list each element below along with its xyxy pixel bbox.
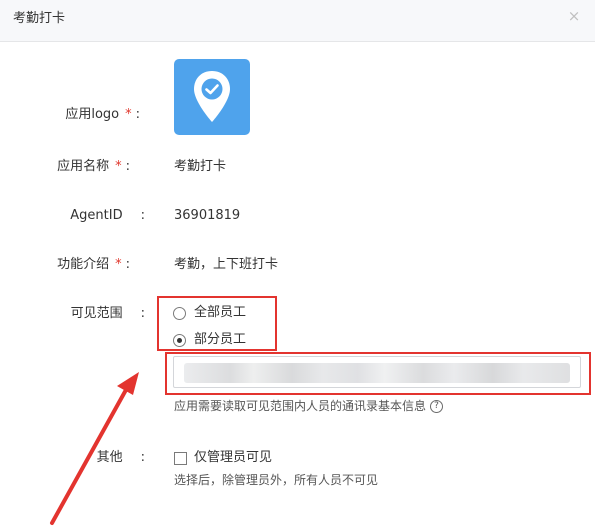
- colon: :: [125, 257, 130, 272]
- other-label: 其他:: [5, 449, 145, 467]
- scope-label-text: 可见范围: [70, 306, 123, 321]
- annotation-box-radios: [157, 296, 277, 351]
- colon: :: [140, 450, 145, 465]
- intro-value: 考勤，上下班打卡: [174, 257, 279, 272]
- scope-hint-text: 应用需要读取可见范围内人员的通讯录基本信息: [174, 399, 427, 413]
- admin-only-hint: 选择后，除管理员外，所有人员不可见: [174, 473, 379, 487]
- agentid-label: AgentID:: [5, 207, 145, 225]
- intro-label-text: 功能介绍: [57, 257, 110, 272]
- dialog-header: 考勤打卡 ×: [0, 0, 595, 42]
- scope-hint: 应用需要读取可见范围内人员的通讯录基本信息 ?: [174, 398, 444, 414]
- name-label: 应用名称 *:: [0, 158, 130, 176]
- required-mark: *: [115, 257, 122, 272]
- intro-label: 功能介绍 *:: [0, 256, 130, 274]
- app-name-value: 考勤打卡: [174, 159, 227, 174]
- scope-label: 可见范围:: [5, 305, 145, 323]
- dialog-title: 考勤打卡: [13, 11, 66, 26]
- admin-only-label: 仅管理员可见: [194, 450, 273, 465]
- required-mark: *: [125, 107, 132, 122]
- question-circle-icon[interactable]: ?: [430, 399, 444, 413]
- app-logo[interactable]: [174, 59, 250, 135]
- location-pin-check-icon: [194, 71, 230, 122]
- logo-label-text: 应用logo: [65, 107, 120, 122]
- name-label-text: 应用名称: [57, 159, 110, 174]
- colon: :: [140, 306, 145, 321]
- colon: :: [140, 208, 145, 223]
- required-mark: *: [115, 159, 122, 174]
- admin-only-option[interactable]: 仅管理员可见: [174, 449, 272, 467]
- logo-label: 应用logo *:: [0, 106, 140, 124]
- other-label-text: 其他: [96, 450, 123, 465]
- colon: :: [125, 159, 130, 174]
- colon: :: [135, 107, 140, 122]
- close-icon[interactable]: ×: [565, 6, 583, 26]
- checkbox[interactable]: [174, 451, 187, 465]
- annotation-box-members: [165, 352, 591, 395]
- agentid-value: 36901819: [174, 208, 241, 223]
- agentid-label-text: AgentID: [70, 208, 123, 223]
